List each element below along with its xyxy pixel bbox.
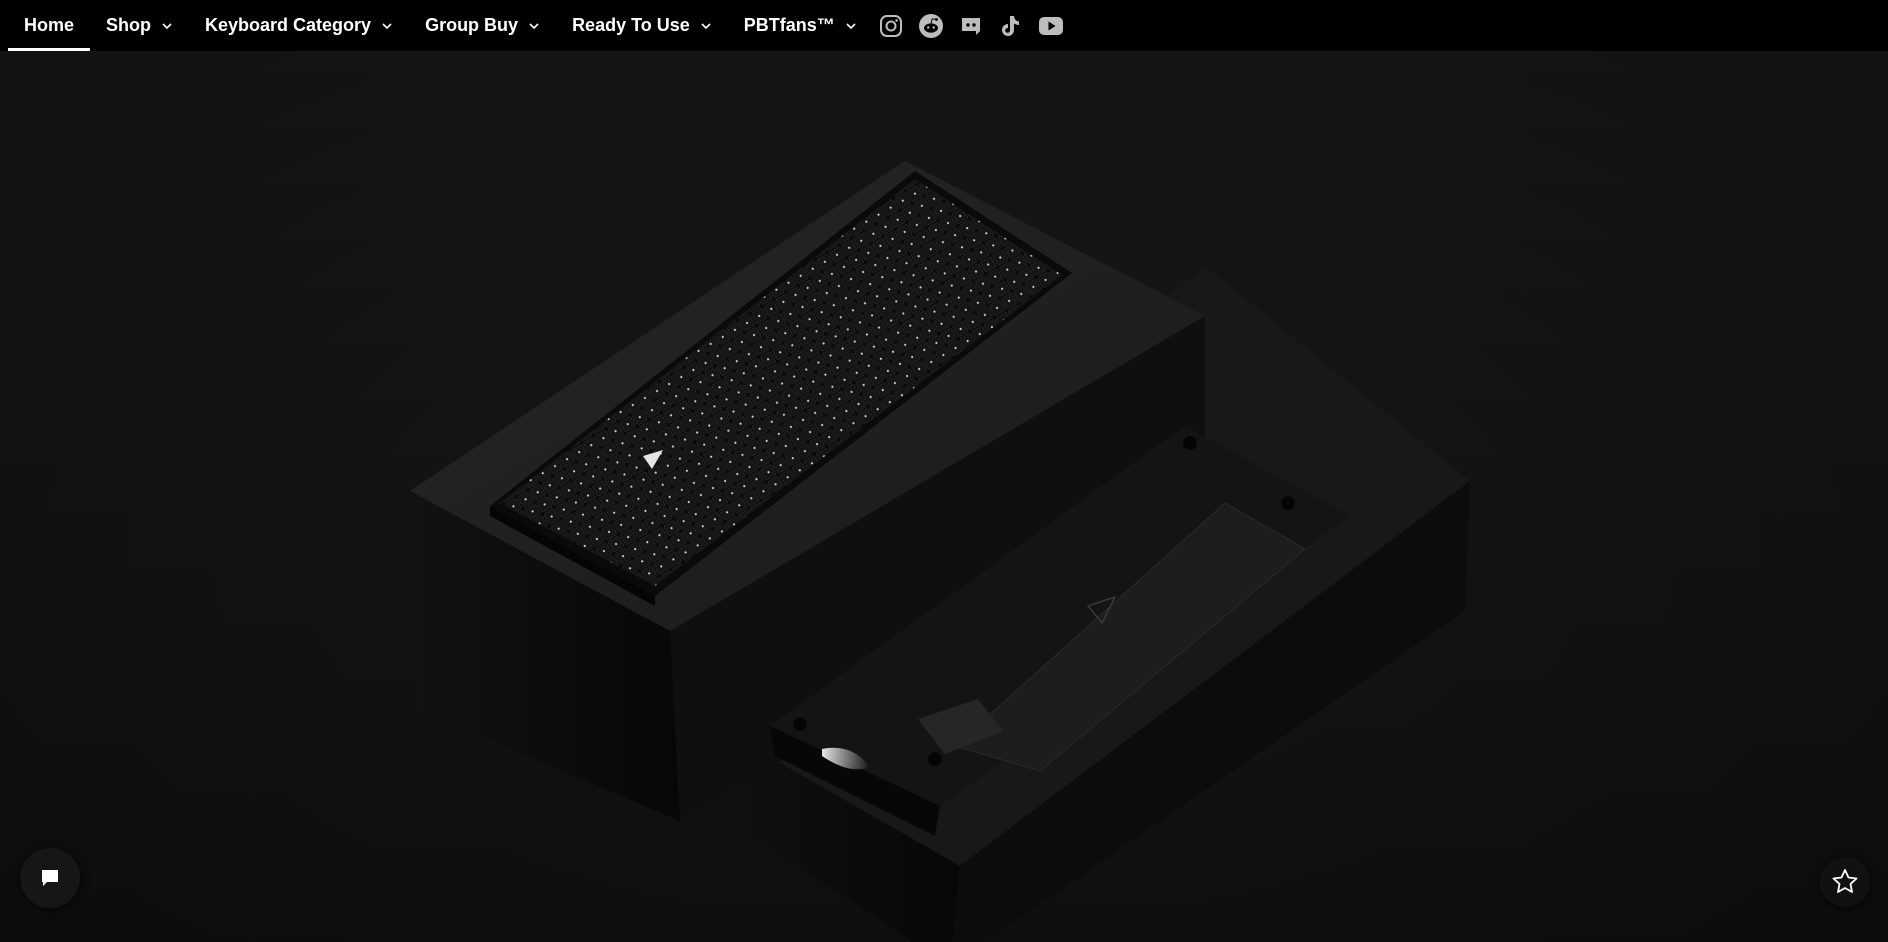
chat-bubble-icon: [42, 870, 58, 886]
nav-ready-to-use[interactable]: Ready To Use: [556, 0, 728, 51]
social-links: [877, 12, 1077, 40]
nav-home-label: Home: [24, 15, 75, 35]
tiktok-icon[interactable]: [997, 12, 1025, 40]
chevron-down-icon: [701, 22, 711, 29]
nav-keyboard-category-label: Keyboard Category: [205, 15, 372, 35]
nav-pbtfans[interactable]: PBTfans™: [728, 0, 873, 51]
rewards-button[interactable]: [1820, 857, 1870, 907]
chevron-down-icon: [162, 22, 172, 29]
star-badge-icon: [1832, 869, 1858, 893]
youtube-icon[interactable]: [1037, 12, 1065, 40]
nav-shop-label: Shop: [106, 15, 152, 35]
nav-group-buy[interactable]: Group Buy: [409, 0, 556, 51]
nav-keyboard-category[interactable]: Keyboard Category: [189, 0, 409, 51]
chat-button[interactable]: [20, 848, 80, 908]
discord-icon[interactable]: [957, 12, 985, 40]
nav-shop[interactable]: Shop: [90, 0, 189, 51]
instagram-icon[interactable]: [877, 12, 905, 40]
reddit-icon[interactable]: [917, 12, 945, 40]
hero-banner[interactable]: [0, 51, 1888, 942]
nav-home[interactable]: Home: [8, 0, 91, 51]
nav-pbtfans-label: PBTfans™: [743, 15, 835, 35]
top-navigation: Home Shop Keyboard Category Group Buy Re…: [0, 0, 1888, 51]
chevron-down-icon: [382, 22, 392, 29]
nav-ready-to-use-label: Ready To Use: [572, 15, 690, 35]
chevron-down-icon: [529, 22, 539, 29]
nav-group-buy-label: Group Buy: [425, 15, 519, 35]
chevron-down-icon: [846, 22, 856, 29]
hero-keyboard-image: [0, 51, 1888, 942]
